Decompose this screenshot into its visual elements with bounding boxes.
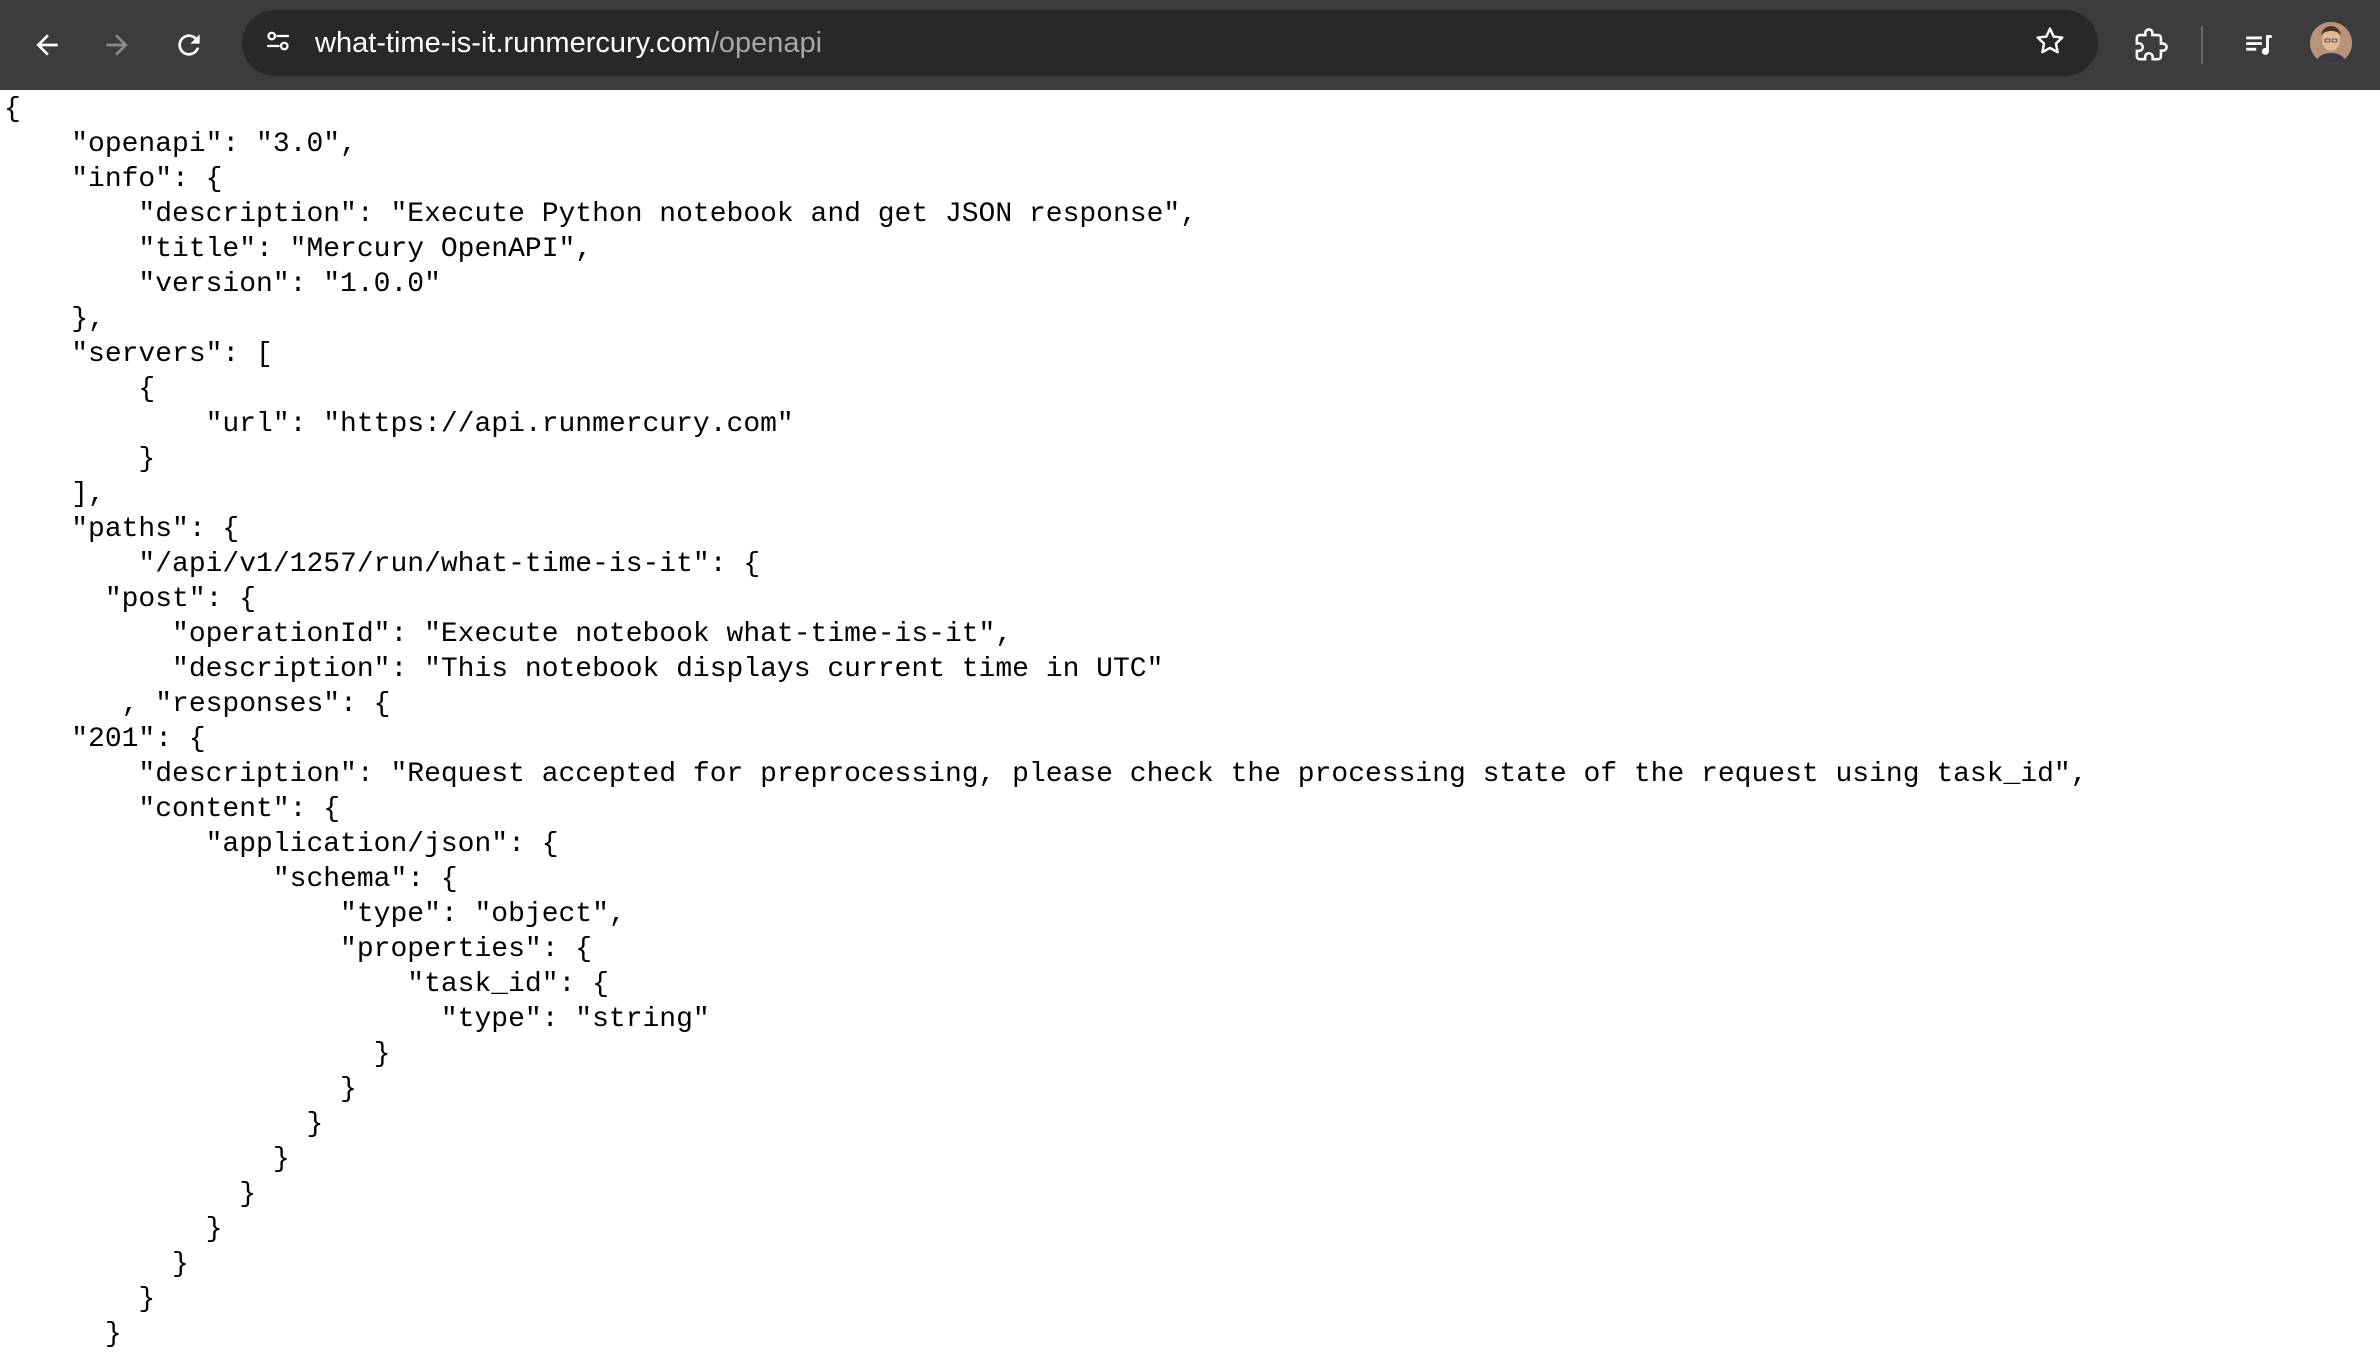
forward-button[interactable]: [92, 20, 142, 70]
star-icon: [2033, 24, 2067, 63]
page-content: { "openapi": "3.0", "info": { "descripti…: [0, 90, 2380, 1358]
reload-button[interactable]: [164, 20, 214, 70]
avatar: [2310, 22, 2352, 64]
extensions-button[interactable]: [2126, 20, 2176, 70]
media-controls-button[interactable]: [2234, 20, 2284, 70]
json-document: { "openapi": "3.0", "info": { "descripti…: [4, 94, 2088, 1350]
puzzle-icon: [2134, 28, 2168, 62]
url-text[interactable]: what-time-is-it.runmercury.com/openapi: [315, 10, 822, 76]
toolbar-divider: [2201, 26, 2203, 64]
arrow-right-icon: [101, 29, 133, 61]
arrow-left-icon: [31, 29, 63, 61]
browser-toolbar: what-time-is-it.runmercury.com/openapi: [0, 0, 2380, 90]
site-info-button[interactable]: [260, 25, 296, 61]
back-button[interactable]: [22, 20, 72, 70]
playlist-music-icon: [2242, 28, 2276, 62]
tune-icon: [263, 26, 293, 61]
reload-icon: [173, 29, 205, 61]
address-bar[interactable]: what-time-is-it.runmercury.com/openapi: [242, 10, 2098, 76]
url-path: /openapi: [710, 27, 823, 59]
bookmark-button[interactable]: [2028, 21, 2072, 65]
url-host: what-time-is-it.runmercury.com: [315, 27, 711, 59]
profile-avatar[interactable]: [2310, 22, 2352, 64]
